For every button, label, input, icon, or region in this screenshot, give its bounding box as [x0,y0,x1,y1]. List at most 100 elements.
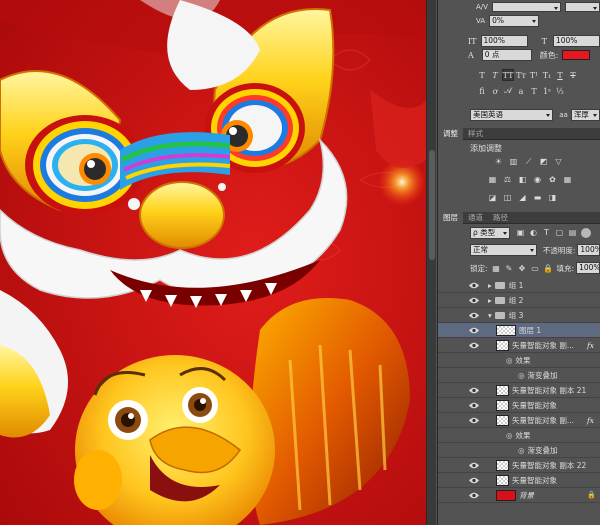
blend-mode-dropdown[interactable]: 正常 [470,244,537,256]
ligature-button[interactable]: ﬁ [476,85,488,97]
canvas-vertical-scrollbar[interactable] [426,0,436,525]
layer-row[interactable]: 矢量智能对象 副... fx [438,338,600,353]
layer-row[interactable]: ◎ 渐变叠加 [438,443,600,458]
layer-row[interactable]: ◎ 效果 [438,353,600,368]
visibility-eye-icon[interactable] [468,338,480,353]
layer-row[interactable]: 背景 🔒 [438,488,600,503]
visibility-eye-icon[interactable] [468,323,480,338]
horizontal-scale-input[interactable]: 100% [552,35,600,47]
opacity-input[interactable]: 100% [577,244,600,256]
layer-row[interactable]: 矢量智能对象 副... fx [438,413,600,428]
effect-eye-icon[interactable]: ◎ [518,371,525,380]
layer-row[interactable]: 矢量智能对象 [438,398,600,413]
layer-row[interactable]: ▸ 组 2 [438,293,600,308]
lock-position-icon[interactable]: ✥ [518,264,527,273]
visibility-eye-icon[interactable] [468,383,480,398]
black-white-icon[interactable]: ◧ [518,175,527,184]
strikethrough-button[interactable]: T [567,69,579,81]
kerning-dropdown[interactable] [491,2,562,12]
fx-badge[interactable]: fx [587,341,594,350]
superscript-button[interactable]: T¹ [528,69,540,81]
visibility-eye-icon[interactable] [468,413,480,428]
faux-bold-button[interactable]: T [476,69,488,81]
effect-eye-icon[interactable]: ◎ [518,446,525,455]
tab-styles[interactable]: 样式 [463,128,488,140]
tab-adjustments[interactable]: 调整 [438,128,463,140]
lock-artboard-icon[interactable]: ▭ [531,264,540,273]
layer-content: 矢量智能对象 副本 22 [496,459,586,471]
vibrance-icon[interactable]: ▽ [554,157,563,166]
layer-row[interactable]: 图层 1 [438,323,600,338]
char-row-language: 美国英语 aa 浑厚 [442,108,600,122]
subscript-button[interactable]: T₁ [541,69,553,81]
lock-all-icon[interactable]: 🔒 [543,264,553,273]
posterize-icon[interactable]: ◫ [503,193,512,202]
ordinal-button[interactable]: 1ˢ [541,85,553,97]
filter-shape-icon[interactable]: ▢ [555,228,564,237]
levels-icon[interactable]: ▥ [509,157,518,166]
tracking-dropdown[interactable] [565,2,600,12]
expand-closed-icon[interactable]: ▸ [488,281,492,290]
expand-closed-icon[interactable]: ▸ [488,296,492,305]
channel-mixer-icon[interactable]: ✿ [548,175,557,184]
selective-color-icon[interactable]: ◨ [548,193,557,202]
tab-channels[interactable]: 通道 [463,212,488,224]
swash-button[interactable]: 𝒜 [502,85,514,97]
visibility-eye-icon[interactable] [468,398,480,413]
expand-open-icon[interactable]: ▾ [488,311,492,320]
layer-thumbnail [496,324,516,336]
tab-paths[interactable]: 路径 [488,212,513,224]
layer-row[interactable]: ▸ 组 1 [438,278,600,293]
layer-name: 背景 [519,490,534,500]
baseline-shift-input[interactable]: 0 点 [481,49,532,61]
curves-icon[interactable]: ⟋ [524,157,533,166]
visibility-eye-icon[interactable] [468,473,480,488]
layer-row[interactable]: ▾ 组 3 [438,308,600,323]
visibility-eye-icon[interactable] [468,278,480,293]
antialias-dropdown[interactable]: 浑厚 [570,109,600,121]
titling-button[interactable]: T [528,85,540,97]
visibility-eye-icon[interactable] [468,293,480,308]
filter-smart-icon[interactable]: ▤ [568,228,577,237]
scrollbar-thumb[interactable] [429,150,435,260]
language-dropdown[interactable]: 美国英语 [470,109,554,121]
lock-image-icon[interactable]: ✎ [505,264,514,273]
visibility-eye-icon[interactable] [468,488,480,503]
discretionary-lig-button[interactable]: ơ [489,85,501,97]
color-lookup-icon[interactable]: ▦ [563,175,572,184]
percent-dropdown[interactable]: 0% [489,15,540,27]
hue-saturation-icon[interactable]: ▦ [488,175,497,184]
visibility-eye-icon[interactable] [468,308,480,323]
layer-row[interactable]: ◎ 效果 [438,428,600,443]
underline-button[interactable]: T [554,69,566,81]
gradient-map-icon[interactable]: ▬ [533,193,542,202]
faux-italic-button[interactable]: T [489,69,501,81]
layer-filter-kind-dropdown[interactable]: ρ 类型 [470,227,510,239]
filter-toggle-icon[interactable] [581,228,591,238]
fill-input[interactable]: 100% [576,262,600,274]
filter-type-icon[interactable]: T [542,228,551,237]
lock-transparent-icon[interactable]: ▦ [492,264,501,273]
fx-badge[interactable]: fx [587,416,594,425]
text-color-swatch[interactable] [562,50,591,60]
layer-row[interactable]: 矢量智能对象 副本 21 [438,383,600,398]
document-canvas[interactable] [0,0,426,525]
filter-pixel-icon[interactable]: ▣ [516,228,525,237]
layer-row[interactable]: 矢量智能对象 [438,473,600,488]
invert-icon[interactable]: ◪ [488,193,497,202]
fraction-button[interactable]: ½ [554,85,566,97]
visibility-eye-icon[interactable] [468,458,480,473]
layer-row[interactable]: ◎ 渐变叠加 [438,368,600,383]
all-caps-button[interactable]: TT [502,69,514,81]
layer-row[interactable]: 矢量智能对象 副本 22 [438,458,600,473]
brightness-icon[interactable]: ☀ [494,157,503,166]
tab-layers[interactable]: 图层 [438,212,463,224]
color-balance-icon[interactable]: ⚖ [503,175,512,184]
filter-adjustment-icon[interactable]: ◐ [529,228,538,237]
small-caps-button[interactable]: Tт [515,69,527,81]
photo-filter-icon[interactable]: ◉ [533,175,542,184]
stylistic-alt-button[interactable]: a [515,85,527,97]
exposure-icon[interactable]: ◩ [539,157,548,166]
vertical-scale-input[interactable]: 100% [480,35,528,47]
threshold-icon[interactable]: ◢ [518,193,527,202]
